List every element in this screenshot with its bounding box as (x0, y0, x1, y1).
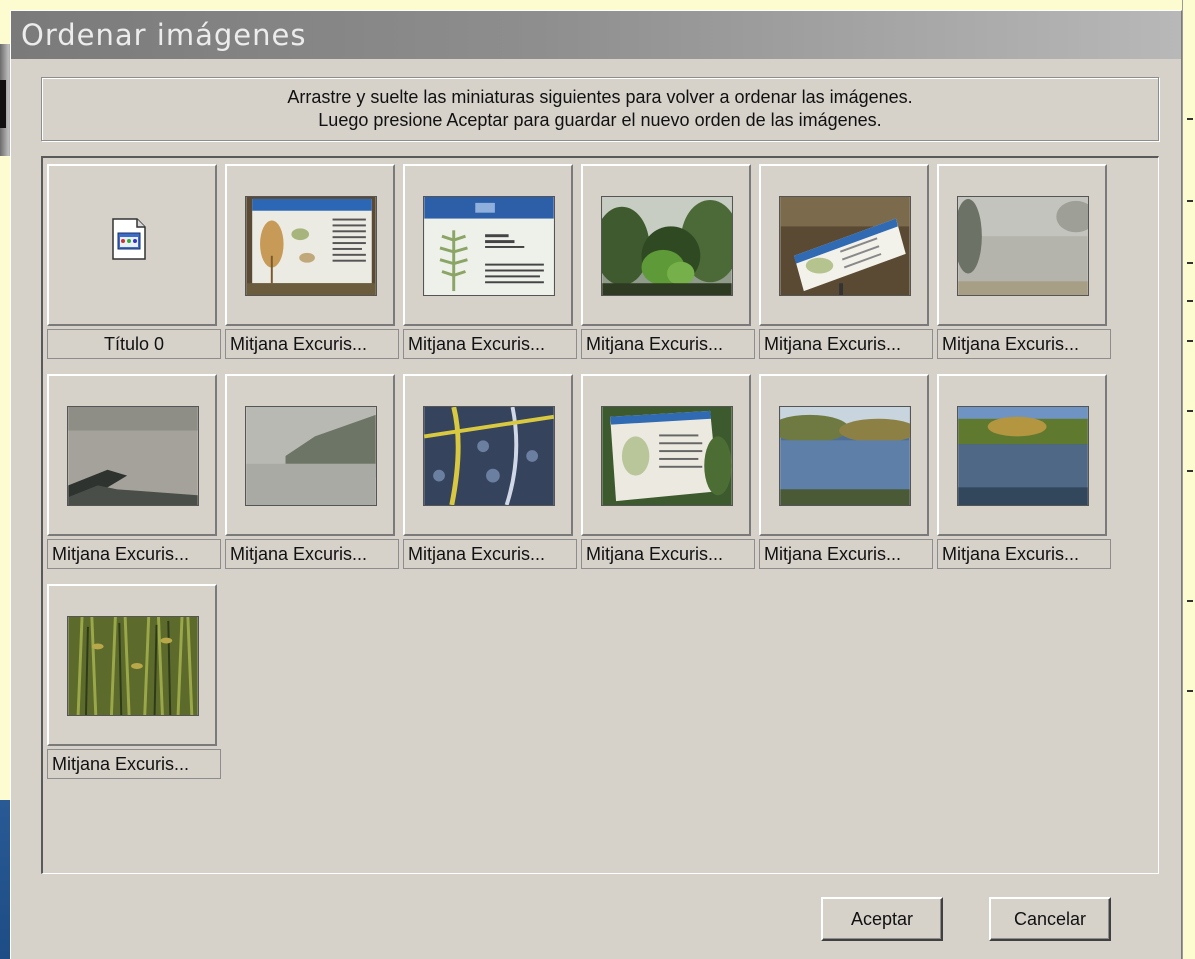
thumbnail-frame[interactable] (581, 374, 751, 536)
photo-sign-plant (245, 196, 377, 296)
thumbnail-caption: Mitjana Excuris... (225, 329, 399, 359)
thumbnail-item[interactable]: Mitjana Excuris... (47, 584, 221, 784)
thumbnail-frame[interactable] (225, 374, 395, 536)
thumbnail-caption: Mitjana Excuris... (937, 329, 1111, 359)
thumbnail-frame[interactable] (47, 584, 217, 746)
reorder-images-dialog: Ordenar imágenes Arrastre y suelte las m… (10, 10, 1182, 959)
thumbnail-item[interactable]: Mitjana Excuris... (225, 164, 399, 364)
thumbnail-item[interactable]: Mitjana Excuris... (225, 374, 399, 574)
thumbnail-frame[interactable] (403, 164, 573, 326)
thumbnail-item[interactable]: Mitjana Excuris... (937, 164, 1111, 364)
thumbnail-item[interactable]: Mitjana Excuris... (759, 374, 933, 574)
instructions-line-2: Luego presione Aceptar para guardar el n… (318, 110, 882, 130)
thumbnail-item[interactable]: Mitjana Excuris... (581, 164, 755, 364)
photo-river-blue (957, 406, 1089, 506)
document-icon (112, 218, 146, 260)
thumbnail-caption: Mitjana Excuris... (759, 329, 933, 359)
thumbnail-caption: Mitjana Excuris... (225, 539, 399, 569)
photo-sign-ground (779, 196, 911, 296)
thumbnail-item[interactable]: Mitjana Excuris... (403, 164, 577, 364)
thumbnail-caption: Mitjana Excuris... (47, 539, 221, 569)
dialog-titlebar[interactable]: Ordenar imágenes (11, 11, 1181, 59)
thumbnail-grid: Título 0 Mitjana Excuris... Mitjana Excu… (41, 156, 1159, 874)
thumbnail-caption: Mitjana Excuris... (47, 749, 221, 779)
thumbnail-caption: Título 0 (47, 329, 221, 359)
thumbnail-frame[interactable] (759, 164, 929, 326)
accept-button[interactable]: Aceptar (821, 897, 943, 941)
thumbnail-caption: Mitjana Excuris... (581, 329, 755, 359)
thumbnail-frame[interactable] (47, 164, 217, 326)
thumbnail-item[interactable]: Mitjana Excuris... (47, 374, 221, 574)
thumbnail-item[interactable]: Mitjana Excuris... (581, 374, 755, 574)
cancel-button[interactable]: Cancelar (989, 897, 1111, 941)
thumbnail-caption: Mitjana Excuris... (759, 539, 933, 569)
thumbnail-item[interactable]: Título 0 (47, 164, 221, 364)
thumbnail-item[interactable]: Mitjana Excuris... (759, 164, 933, 364)
thumbnail-item[interactable]: Mitjana Excuris... (403, 374, 577, 574)
photo-fog-trees (245, 406, 377, 506)
dialog-title: Ordenar imágenes (21, 18, 307, 52)
thumbnail-frame[interactable] (759, 374, 929, 536)
photo-sign-forest (601, 406, 733, 506)
photo-fog-boat (67, 406, 199, 506)
thumbnail-caption: Mitjana Excuris... (403, 329, 577, 359)
photo-river-sunny (779, 406, 911, 506)
photo-forest (601, 196, 733, 296)
thumbnail-item[interactable]: Mitjana Excuris... (937, 374, 1111, 574)
background-window-edge (1182, 0, 1195, 959)
thumbnail-frame[interactable] (403, 374, 573, 536)
thumbnail-frame[interactable] (225, 164, 395, 326)
photo-fog-river (957, 196, 1089, 296)
thumbnail-caption: Mitjana Excuris... (403, 539, 577, 569)
thumbnail-frame[interactable] (937, 374, 1107, 536)
thumbnail-caption: Mitjana Excuris... (581, 539, 755, 569)
instructions-box: Arrastre y suelte las miniaturas siguien… (41, 77, 1159, 141)
instructions-line-1: Arrastre y suelte las miniaturas siguien… (287, 87, 913, 107)
thumbnail-frame[interactable] (581, 164, 751, 326)
thumbnail-frame[interactable] (47, 374, 217, 536)
photo-reeds (67, 616, 199, 716)
photo-map (423, 406, 555, 506)
thumbnail-frame[interactable] (937, 164, 1107, 326)
thumbnail-caption: Mitjana Excuris... (937, 539, 1111, 569)
photo-sign-fern (423, 196, 555, 296)
